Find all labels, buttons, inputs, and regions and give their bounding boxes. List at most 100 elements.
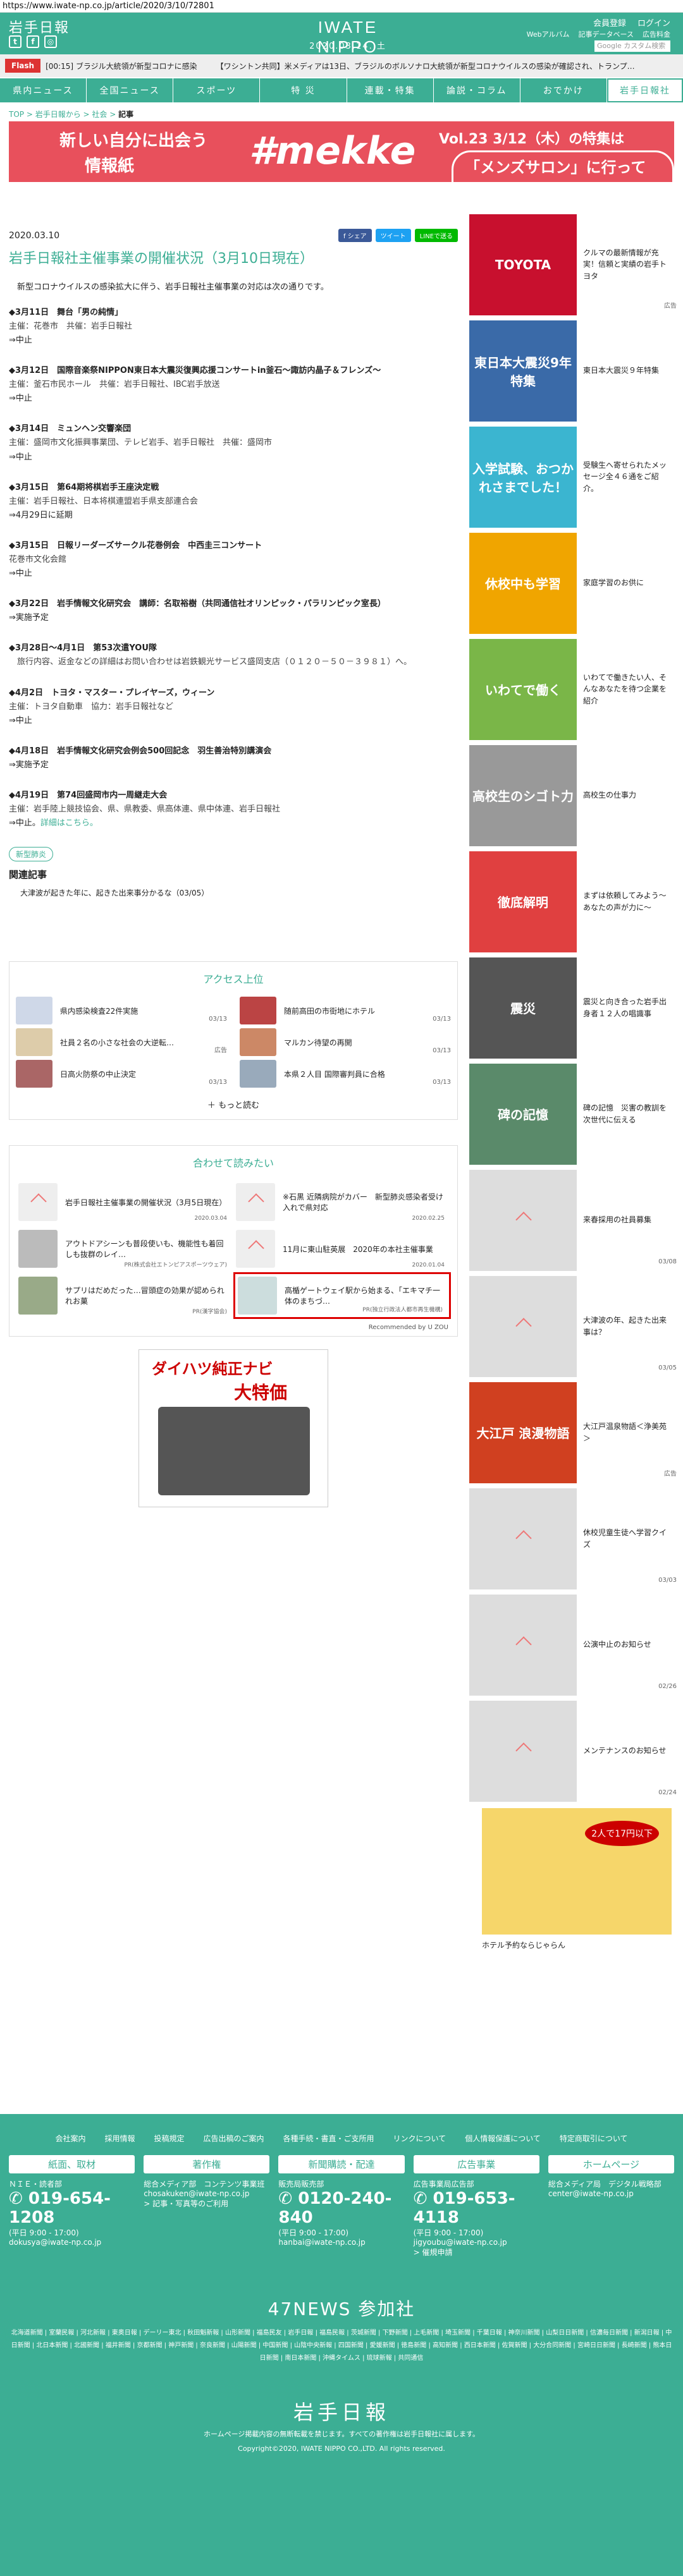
recommend-item[interactable]: 高楯ゲートウェイ駅から始まる、「エキマチ一体のまちづ… PR(独立行政法人都市再生… xyxy=(233,1272,451,1320)
event-item: ◆4月18日 岩手情報文化研究会例会500回記念 羽生善治特別講演会 ⇒実施予定 xyxy=(9,744,458,772)
contact-heading[interactable]: ホームページ xyxy=(548,2155,675,2173)
nav-outing[interactable]: おでかけ xyxy=(520,78,607,102)
sidebar-item[interactable]: 入学試験、おつかれさまでした！ 受験生へ寄せられたメッセージ全４６通をご紹介。 xyxy=(469,424,683,530)
sidebar-item[interactable]: 碑の記憶 碑の記憶 災害の教訓を次世代に伝える xyxy=(469,1061,683,1167)
instagram-icon[interactable]: ◎ xyxy=(44,35,57,48)
twitter-icon[interactable]: t xyxy=(9,35,22,48)
recommend-thumb xyxy=(238,1277,277,1315)
login-link[interactable]: ログイン xyxy=(637,16,670,28)
contact-heading[interactable]: 著作権 xyxy=(144,2155,270,2173)
related-link[interactable]: 大津波が起きた年に、起きた出来事分かるな（03/05） xyxy=(9,887,458,898)
sidebar-item[interactable]: 徹底解明 まずは依頼してみよう～あなたの声が力に～ xyxy=(469,849,683,955)
event-detail-link[interactable]: 詳細はこちら。 xyxy=(40,818,98,828)
site-logo[interactable]: 岩手日報 xyxy=(9,16,70,37)
tweet-button[interactable]: ツイート xyxy=(375,229,411,242)
event-title: ◆3月11日 舞台「男の純情」 xyxy=(9,307,123,317)
breadcrumb-top[interactable]: TOP xyxy=(9,110,24,119)
nav-prefecture-news[interactable]: 県内ニュース xyxy=(0,78,87,102)
recommend-item[interactable]: アウトドアシーンも普段使いも、機能性も着回しも抜群のレイ… PR(株式会社エトンピ… xyxy=(16,1225,233,1272)
nav-sports[interactable]: スポーツ xyxy=(173,78,261,102)
contact-note[interactable]: > 記事・写真等のご利用 xyxy=(144,2198,269,2209)
jalan-badge: 2人で17円以下 xyxy=(585,1821,659,1846)
facebook-share-button[interactable]: f シェア xyxy=(338,229,372,242)
article-database-link[interactable]: 記事データベース xyxy=(579,29,634,39)
sidebar-item[interactable]: メンテナンスのお知らせ 02/24 xyxy=(469,1698,683,1804)
web-album-link[interactable]: Webアルバム xyxy=(527,29,570,39)
footer-link[interactable]: 採用情報 xyxy=(104,2133,135,2144)
nav-editorial[interactable]: 論説・コラム xyxy=(434,78,520,102)
flash-item[interactable]: [00:15] ブラジル大統領が新型コロナに感染 xyxy=(46,61,197,71)
flash-item[interactable]: 【ワシントン共同】米メディアは13日、ブラジルのボルソナロ大統領が新型コロナウイ… xyxy=(216,61,635,71)
contact-phone[interactable]: ✆ 0120-240-840 xyxy=(278,2189,404,2227)
footer-link[interactable]: 特定商取引について xyxy=(560,2133,628,2144)
contact-mail[interactable]: hanbai@iwate-np.co.jp xyxy=(278,2238,404,2247)
contact-phone[interactable]: ✆ 019-653-4118 xyxy=(414,2189,539,2227)
contact-phone[interactable]: ✆ 019-654-1208 xyxy=(9,2189,135,2227)
ranking-item[interactable]: 本県２人目 国際審判員に合格 03/13 xyxy=(233,1058,457,1090)
contact-note[interactable]: > 催規申請 xyxy=(414,2247,539,2257)
event-item: ◆3月28日～4月1日 第53次遣YOU隊 旅行内容、返金などの詳細はお問い合わ… xyxy=(9,641,458,669)
sidebar-text: まずは依頼してみよう～あなたの声が力に～ xyxy=(583,890,667,912)
contact-mail[interactable]: chosakuken@iwate-np.co.jp xyxy=(144,2189,269,2198)
event-status: ⇒中止 xyxy=(9,452,32,462)
sidebar-item[interactable]: 公演中止のお知らせ 02/26 xyxy=(469,1592,683,1698)
register-link[interactable]: 会員登録 xyxy=(593,16,626,28)
footer-link[interactable]: 会社案内 xyxy=(55,2133,85,2144)
read-more-button[interactable]: ＋ もっと読む xyxy=(9,1090,457,1119)
recommend-item[interactable]: サプリはだめだった…冒頭症の効果が認められれお菓 PR(漢字協会) xyxy=(16,1272,233,1319)
footer-link[interactable]: リンクについて xyxy=(393,2133,446,2144)
search-input[interactable]: Google カスタム検索 xyxy=(594,40,670,52)
nav-disaster[interactable]: 特 災 xyxy=(260,78,347,102)
ranking-item[interactable]: 社員２名の小さな社会の大逆転… 広告 xyxy=(9,1026,233,1058)
ad-rates-link[interactable]: 広告料金 xyxy=(643,29,670,39)
breadcrumb-society[interactable]: 社会 xyxy=(92,110,107,119)
related-title: 関連記事 xyxy=(9,869,47,881)
sidebar-item[interactable]: 震災 震災と向き合った岩手出身者１２人の唱識事 xyxy=(469,955,683,1061)
nav-series[interactable]: 連載・特集 xyxy=(347,78,434,102)
recommend-thumb xyxy=(18,1277,58,1315)
footer-notice: ホームページ掲載内容の無断転載を禁じます。すべての著作権は岩手日報社に属します。 xyxy=(203,2430,480,2438)
sidebar-item[interactable]: いわてで働く いわてで働きたい人、そんなあなたを待つ企業を紹介 xyxy=(469,636,683,743)
sidebar-item[interactable]: 東日本大震災9年特集 東日本大震災９年特集 xyxy=(469,318,683,424)
line-share-button[interactable]: LINEで送る xyxy=(414,229,458,242)
sidebar-item[interactable]: 大津波の年、起きた出来事は？ 03/05 xyxy=(469,1273,683,1380)
recommend-grid: 岩手日報社主催事業の開催状況（3月5日現在） 2020.03.04 ※石黒 近隣病院… xyxy=(9,1179,457,1320)
ranking-item[interactable]: 日高火防祭の中止決定 03/13 xyxy=(9,1058,233,1090)
facebook-icon[interactable]: f xyxy=(27,35,39,48)
ranking-item[interactable]: 県内感染検査22件実施 03/13 xyxy=(9,995,233,1026)
recommend-item[interactable]: 11月に東山駐英展 2020年の本社主催事業 2020.01.04 xyxy=(233,1225,451,1272)
contact-mail[interactable]: center@iwate-np.co.jp xyxy=(548,2189,674,2198)
sidebar-item[interactable]: TOYOTA クルマの最新情報が充実！信頼と実績の岩手トヨタ 広告 xyxy=(469,212,683,318)
jalan-ad[interactable]: 2人で17円以下 ホテル予約ならじゃらん xyxy=(469,1808,683,1966)
event-details: 主催：盛岡市文化振興事業団、テレビ岩手、岩手日報社 共催：盛岡市 xyxy=(9,438,273,448)
contact-heading[interactable]: 紙面、取材 xyxy=(9,2155,135,2173)
recommend-label: サプリはだめだった…冒頭症の効果が認められれお菓 xyxy=(65,1286,225,1306)
event-item: ◆4月19日 第74回盛岡市内一周継走大会 主催：岩手陸上競技協会、県、県教委、県… xyxy=(9,789,458,830)
footer-link[interactable]: 投稿規定 xyxy=(154,2133,185,2144)
footer-link[interactable]: 広告出稿のご案内 xyxy=(204,2133,264,2144)
sidebar-item[interactable]: 休校児童生徒へ学習クイズ 03/03 xyxy=(469,1486,683,1592)
sidebar-item[interactable]: 来春採用の社員募集 03/08 xyxy=(469,1167,683,1273)
daihatsu-ad[interactable]: ダイハツ純正ナビ 大特価 xyxy=(138,1349,328,1508)
sidebar-item[interactable]: 大江戸 浪漫物語 大江戸温泉物語＜浄美苑＞ 広告 xyxy=(469,1380,683,1486)
address-bar[interactable]: https://www.iwate-np.co.jp/article/2020/… xyxy=(0,0,683,13)
nav-company[interactable]: 岩手日報社 xyxy=(606,78,683,102)
topic-tag[interactable]: 新型肺炎 xyxy=(9,847,54,862)
mekke-banner[interactable]: 新しい自分に出会う 情報紙 #mekke Vol.23 3/12（木）の特集は … xyxy=(9,121,674,182)
contact-heading[interactable]: 広告事業 xyxy=(413,2155,539,2173)
breadcrumb-from-nippo[interactable]: 岩手日報から xyxy=(35,110,81,119)
contact-heading[interactable]: 新聞購読・配達 xyxy=(278,2155,405,2173)
footer-link[interactable]: 各種手続・書直・ご支所用 xyxy=(283,2133,374,2144)
recommend-item[interactable]: 岩手日報社主催事業の開催状況（3月5日現在） 2020.03.04 xyxy=(16,1179,233,1225)
sidebar-item[interactable]: 高校生のシゴト力 高校生の仕事力 xyxy=(469,743,683,849)
partner-papers[interactable]: 北海道新聞 | 室蘭民報 | 河北新報 | 東奥日報 | デーリー東北 | 秋田… xyxy=(0,2321,683,2371)
ranking-item[interactable]: 随前高田の市街地にホテル 03/13 xyxy=(233,995,457,1026)
nav-national-news[interactable]: 全国ニュース xyxy=(87,78,174,102)
sidebar-item[interactable]: 休校中も学習 家庭学習のお供に xyxy=(469,530,683,636)
recommend-item[interactable]: ※石黒 近隣病院がカバー 新型肺炎感染者受け入れで県対応 2020.02.25 xyxy=(233,1179,451,1225)
footer-link[interactable]: 個人情報保護について xyxy=(465,2133,541,2144)
ranking-item[interactable]: マルカン待望の再開 03/13 xyxy=(233,1026,457,1058)
contact-mail[interactable]: dokusya@iwate-np.co.jp xyxy=(9,2238,135,2247)
contact-mail[interactable]: jigyoubu@iwate-np.co.jp xyxy=(414,2238,539,2247)
sidebar-thumb: 入学試験、おつかれさまでした！ xyxy=(469,426,577,528)
